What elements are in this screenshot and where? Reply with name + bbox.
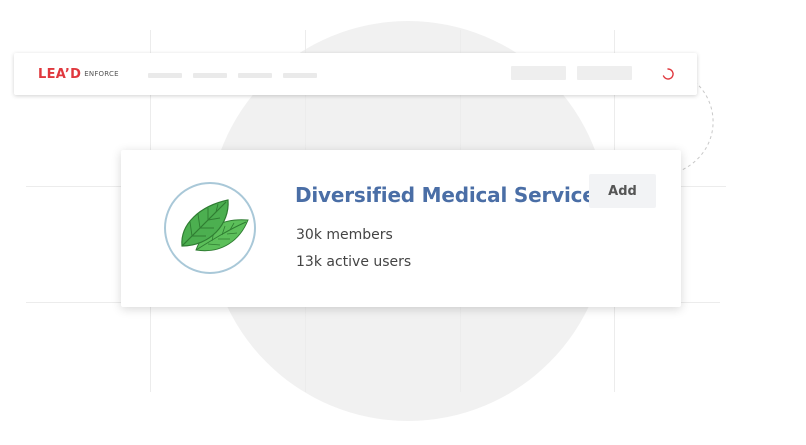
organization-avatar <box>164 182 256 274</box>
logo-wordmark: LEA’D <box>38 66 82 82</box>
nav-button-placeholder[interactable] <box>577 66 632 80</box>
organization-card: Diversified Medical Services 30k members… <box>121 150 681 307</box>
top-navbar: LEA’D ENFORCE <box>14 53 697 95</box>
logo-subtitle: ENFORCE <box>84 70 119 78</box>
nav-link-placeholder[interactable] <box>238 73 272 78</box>
nav-link-placeholder[interactable] <box>283 73 317 78</box>
members-count: 30k members <box>296 227 393 243</box>
nav-button-placeholder[interactable] <box>511 66 566 80</box>
organization-name: Diversified Medical Services <box>295 183 608 207</box>
logo[interactable]: LEA’D ENFORCE <box>38 66 119 82</box>
leaf-icon <box>181 199 249 252</box>
active-users-count: 13k active users <box>296 254 412 270</box>
loading-spinner-icon <box>662 68 674 80</box>
add-button[interactable]: Add <box>589 174 656 208</box>
nav-link-placeholder[interactable] <box>148 73 182 78</box>
nav-link-placeholder[interactable] <box>193 73 227 78</box>
